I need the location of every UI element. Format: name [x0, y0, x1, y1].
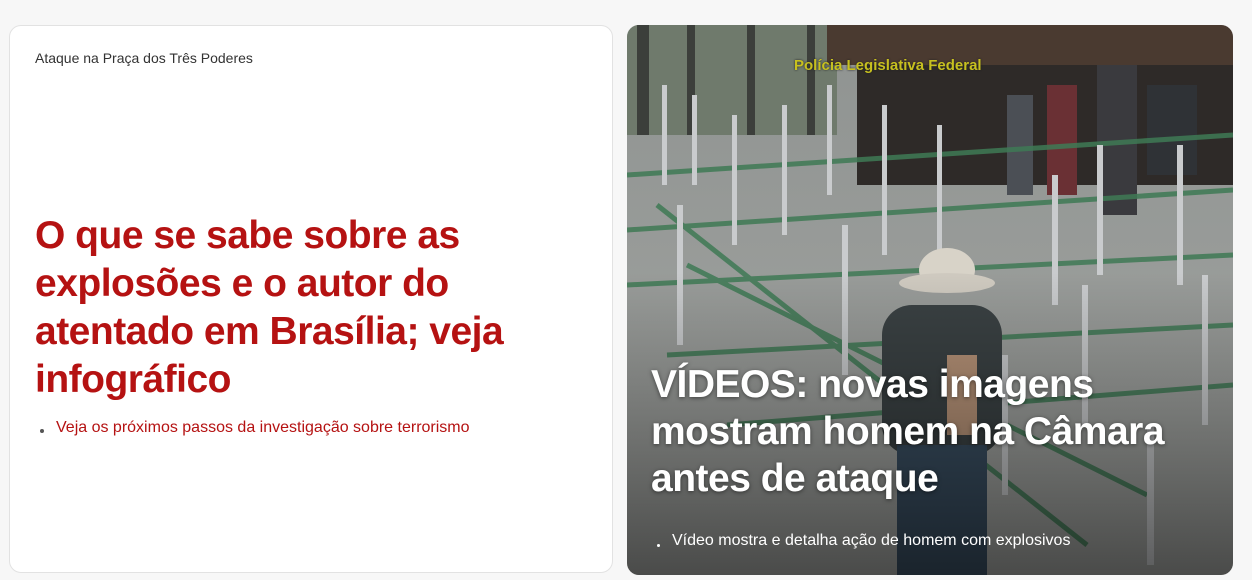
related-link[interactable]: Vídeo mostra e detalha ação de homem com… [657, 532, 1070, 550]
related-link-label: Veja os próximos passos da investigação … [56, 419, 470, 436]
news-section: Ataque na Praça dos Três Poderes O que s… [0, 0, 1252, 580]
headline-link[interactable]: O que se sabe sobre as explosões e o aut… [35, 212, 595, 404]
bullet-icon [657, 543, 660, 547]
related-link-label: Vídeo mostra e detalha ação de homem com… [672, 532, 1071, 549]
related-link[interactable]: Veja os próximos passos da investigação … [40, 419, 470, 437]
section-kicker[interactable]: Ataque na Praça dos Três Poderes [35, 50, 253, 66]
cctv-watermark: Polícia Legislativa Federal [794, 57, 982, 74]
news-card-right[interactable]: Polícia Legislativa Federal VÍDEOS: nova… [627, 25, 1233, 575]
news-card-left: Ataque na Praça dos Três Poderes O que s… [9, 25, 613, 573]
bullet-icon [40, 429, 44, 433]
headline-link[interactable]: VÍDEOS: novas imagens mostram homem na C… [651, 361, 1211, 502]
